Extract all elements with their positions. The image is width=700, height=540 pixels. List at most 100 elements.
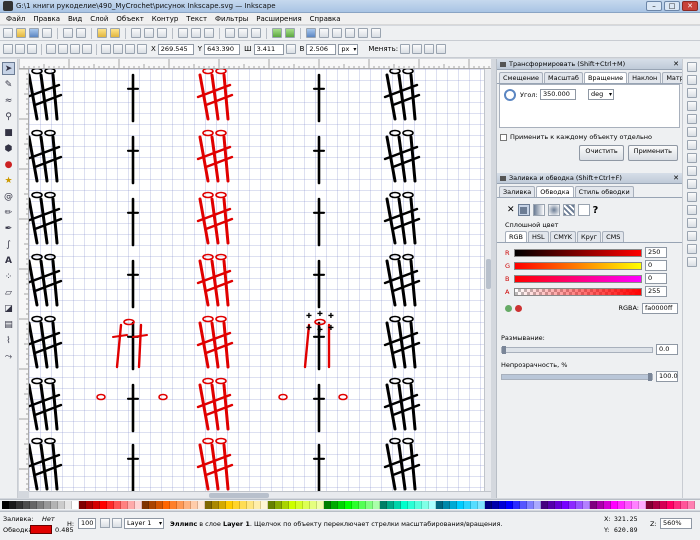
- tab-hsl[interactable]: HSL: [528, 231, 549, 242]
- menu-object[interactable]: Объект: [112, 15, 147, 23]
- palette-swatch[interactable]: [408, 501, 415, 509]
- blur-slider[interactable]: [501, 345, 653, 354]
- opacity-input[interactable]: 100.0: [656, 371, 678, 382]
- deselect-icon[interactable]: [27, 44, 37, 54]
- fan-stroke[interactable]: [210, 73, 220, 121]
- drawing-canvas[interactable]: ✚ ✚ ✚ ✚ ✚ ✚: [29, 69, 484, 491]
- palette-swatch[interactable]: [198, 501, 205, 509]
- rgba-input[interactable]: fa0000ff: [642, 302, 678, 314]
- chain-stitch-ellipse[interactable]: [31, 377, 43, 385]
- chain-stitch-ellipse[interactable]: [402, 69, 414, 75]
- save-icon[interactable]: [29, 28, 39, 38]
- tweak-tool-icon[interactable]: ≈: [2, 94, 15, 107]
- palette-swatch[interactable]: [79, 501, 86, 509]
- export-icon[interactable]: [76, 28, 86, 38]
- palette-swatch[interactable]: [681, 501, 688, 509]
- snap-grid-icon[interactable]: [686, 244, 697, 254]
- fan-stroke[interactable]: [39, 259, 49, 307]
- unlink-clone-icon[interactable]: [251, 28, 261, 38]
- tab-scale[interactable]: Масштаб: [544, 72, 583, 83]
- palette-swatch[interactable]: [37, 501, 44, 509]
- lower-to-bottom-icon[interactable]: [137, 44, 147, 54]
- palette-swatch[interactable]: [632, 501, 639, 509]
- fan-stroke[interactable]: [397, 135, 407, 183]
- flat-color-icon[interactable]: [517, 204, 530, 216]
- selection-handle-icon[interactable]: ✚: [306, 312, 312, 320]
- clone-icon[interactable]: [238, 28, 248, 38]
- chain-stitch-ellipse[interactable]: [31, 69, 43, 75]
- fan-stroke[interactable]: [39, 73, 49, 121]
- palette-swatch[interactable]: [212, 501, 219, 509]
- raise-icon[interactable]: [113, 44, 123, 54]
- undo-icon[interactable]: [97, 28, 107, 38]
- chain-stitch-ellipse[interactable]: [389, 191, 401, 199]
- chain-stitch-ellipse[interactable]: [402, 253, 414, 261]
- zoom-input[interactable]: 560%: [660, 518, 692, 529]
- tab-stroke-paint[interactable]: Обводка: [536, 186, 574, 197]
- palette-swatch[interactable]: [569, 501, 576, 509]
- redo-icon[interactable]: [110, 28, 120, 38]
- fan-stroke[interactable]: [210, 383, 220, 431]
- snap-bbox-edge-icon[interactable]: [686, 88, 697, 98]
- fan-bar[interactable]: [391, 279, 421, 293]
- blue-input[interactable]: 0: [645, 273, 667, 284]
- selection-handle-icon[interactable]: ✚: [317, 310, 323, 318]
- blur-input[interactable]: 0.0: [656, 344, 678, 355]
- palette-swatch[interactable]: [597, 501, 604, 509]
- fan-bar[interactable]: [33, 279, 63, 293]
- snap-center-icon[interactable]: [686, 205, 697, 215]
- rectangle-tool-icon[interactable]: ■: [2, 126, 15, 139]
- chain-stitch-ellipse[interactable]: [314, 318, 326, 326]
- snap-page-icon[interactable]: [686, 231, 697, 241]
- palette-swatch[interactable]: [205, 501, 212, 509]
- fan-bar[interactable]: [391, 341, 421, 355]
- palette-swatch[interactable]: [58, 501, 65, 509]
- chain-stitch-ellipse[interactable]: [44, 377, 56, 385]
- fill-stroke-panel-header[interactable]: Заливка и обводка (Shift+Ctrl+F) ✕: [497, 173, 682, 184]
- palette-swatch[interactable]: [121, 501, 128, 509]
- palette-swatch[interactable]: [394, 501, 401, 509]
- selector-tool-icon[interactable]: ➤: [2, 62, 15, 75]
- rotate-ccw-icon[interactable]: [46, 44, 56, 54]
- palette-swatch[interactable]: [352, 501, 359, 509]
- connector-tool-icon[interactable]: ⤳: [2, 350, 15, 363]
- palette-swatch[interactable]: [660, 501, 667, 509]
- palette-swatch[interactable]: [282, 501, 289, 509]
- snap-smooth-icon[interactable]: [686, 179, 697, 189]
- fan-stroke[interactable]: [210, 259, 220, 307]
- palette-swatch[interactable]: [611, 501, 618, 509]
- palette-swatch[interactable]: [443, 501, 450, 509]
- palette-swatch[interactable]: [373, 501, 380, 509]
- chain-stitch-ellipse[interactable]: [215, 437, 227, 445]
- xml-editor-icon[interactable]: [345, 28, 355, 38]
- palette-swatch[interactable]: [30, 501, 37, 509]
- palette-swatch[interactable]: [142, 501, 149, 509]
- palette-swatch[interactable]: [289, 501, 296, 509]
- palette-swatch[interactable]: [100, 501, 107, 509]
- tab-cmyk[interactable]: CMYK: [549, 231, 577, 242]
- fan-bar[interactable]: [204, 155, 234, 169]
- apply-each-checkbox[interactable]: [500, 133, 507, 141]
- layer-lock-icon[interactable]: [112, 518, 122, 528]
- red-stitch[interactable]: [137, 323, 143, 369]
- fill-status-value[interactable]: Нет: [42, 515, 55, 523]
- tab-fill[interactable]: Заливка: [499, 186, 536, 197]
- palette-swatch[interactable]: [478, 501, 485, 509]
- fan-stroke[interactable]: [397, 321, 407, 369]
- chain-stitch-ellipse[interactable]: [338, 393, 348, 401]
- fan-stroke[interactable]: [210, 321, 220, 369]
- tab-stroke-style[interactable]: Стиль обводки: [574, 186, 634, 197]
- cut-icon[interactable]: [144, 28, 154, 38]
- chain-stitch-ellipse[interactable]: [215, 129, 227, 137]
- palette-swatch[interactable]: [65, 501, 72, 509]
- palette-swatch[interactable]: [422, 501, 429, 509]
- menu-filters[interactable]: Фильтры: [211, 15, 252, 23]
- fan-bar[interactable]: [391, 93, 421, 107]
- fan-stroke[interactable]: [210, 443, 220, 491]
- green-input[interactable]: 0: [645, 260, 667, 271]
- palette-swatch[interactable]: [247, 501, 254, 509]
- palette-swatch[interactable]: [562, 501, 569, 509]
- palette-swatch[interactable]: [429, 501, 436, 509]
- chain-stitch-ellipse[interactable]: [215, 191, 227, 199]
- copy-icon[interactable]: [131, 28, 141, 38]
